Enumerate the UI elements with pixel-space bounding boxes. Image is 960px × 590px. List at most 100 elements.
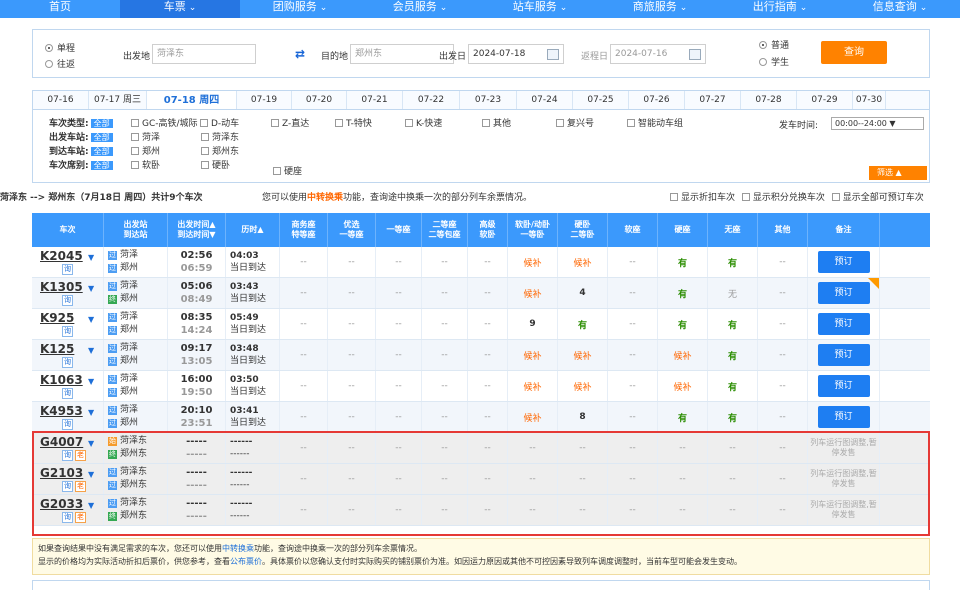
nav-item-1[interactable]: 车票 ⌄ [120,0,240,18]
nav-item-7[interactable]: 信息查询 ⌄ [840,0,960,18]
type-option[interactable]: GC-高铁/城际 [131,116,198,129]
transfer-link[interactable]: 中转换乘 [307,193,343,203]
seat-cell[interactable]: 候补 [558,371,608,401]
seat-cell[interactable]: 无 [708,278,758,308]
date-tab[interactable]: 07-21 [347,91,403,109]
train-number-link[interactable]: K925 [40,311,74,325]
type-option[interactable]: Z-直达 [271,116,309,129]
seat-option[interactable]: 硬座 [273,164,302,177]
checkbox-icon[interactable] [627,119,635,127]
chevron-down-icon[interactable]: ▼ [88,346,94,355]
to-option[interactable]: 郑州 [131,144,160,157]
checkbox-icon[interactable] [201,147,209,155]
seat-cell[interactable]: 有 [658,247,708,277]
type-option[interactable]: 其他 [482,116,511,129]
all-seat-button[interactable]: 全部 [90,161,113,170]
nav-item-5[interactable]: 商旅服务 ⌄ [600,0,720,18]
checkbox-icon[interactable] [556,119,564,127]
nav-item-6[interactable]: 出行指南 ⌄ [720,0,840,18]
seat-cell[interactable]: 有 [658,278,708,308]
train-number-link[interactable]: K125 [40,342,74,356]
date-tab[interactable]: 07-25 [573,91,629,109]
from-input[interactable]: 菏泽东 [152,44,256,64]
book-button[interactable]: 预订 [817,406,870,428]
from-option[interactable]: 菏泽东 [201,130,239,143]
type-option[interactable]: K-快速 [405,116,442,129]
checkbox-icon[interactable] [482,119,490,127]
type-option[interactable]: D-动车 [200,116,239,129]
train-number-link[interactable]: K1305 [40,280,83,294]
nav-item-0[interactable]: 首页 [0,0,120,18]
normal-radio[interactable]: 普通 [759,38,789,51]
to-option[interactable]: 郑州东 [201,144,239,157]
checkbox-icon[interactable] [273,167,281,175]
time-select[interactable]: 00:00--24:00 ▼ [831,117,924,130]
swap-icon[interactable]: ⇄ [295,48,309,60]
book-button[interactable]: 预订 [817,375,870,397]
chevron-down-icon[interactable]: ▼ [88,284,94,293]
chevron-down-icon[interactable]: ▼ [88,439,94,448]
seat-cell[interactable]: 有 [658,402,708,432]
type-option[interactable]: T-特快 [335,116,372,129]
seat-cell[interactable]: 有 [708,247,758,277]
seat-cell[interactable]: 候补 [508,247,558,277]
seat-cell[interactable]: 候补 [658,340,708,370]
date-tab[interactable]: 07-24 [517,91,573,109]
all-type-button[interactable]: 全部 [90,119,113,128]
seat-cell[interactable]: 4 [558,278,608,308]
seat-cell[interactable]: 候补 [658,371,708,401]
seat-option[interactable]: 硬卧 [201,158,230,171]
seat-cell[interactable]: 有 [708,340,758,370]
seat-cell[interactable]: 候补 [558,340,608,370]
checkbox-icon[interactable] [131,161,139,169]
depart-date-input[interactable]: 2024-07-18 [468,44,564,64]
book-button[interactable]: 预订 [817,344,870,366]
date-tab[interactable]: 07-26 [629,91,685,109]
seat-cell[interactable]: 有 [708,371,758,401]
date-tab[interactable]: 07-17 周三 [89,91,147,109]
checkbox-icon[interactable] [741,193,750,201]
checkbox-icon[interactable] [200,119,208,127]
nav-item-3[interactable]: 会员服务 ⌄ [360,0,480,18]
chevron-down-icon[interactable]: ▼ [88,253,94,262]
seat-cell[interactable]: 候补 [508,278,558,308]
calendar-icon[interactable] [689,49,701,60]
from-option[interactable]: 菏泽 [131,130,160,143]
date-tab[interactable]: 07-20 [292,91,347,109]
date-tab[interactable]: 07-28 [741,91,797,109]
date-tab[interactable]: 07-23 [460,91,517,109]
seat-option[interactable]: 软卧 [131,158,160,171]
seat-cell[interactable]: 9 [508,309,558,339]
train-number-link[interactable]: K2045 [40,249,83,263]
type-option[interactable]: 复兴号 [556,116,594,129]
student-radio[interactable]: 学生 [759,55,789,68]
train-number-link[interactable]: K4953 [40,404,83,418]
seat-cell[interactable]: 有 [658,309,708,339]
checkbox-icon[interactable] [405,119,413,127]
all-to-button[interactable]: 全部 [90,147,113,156]
header-cell[interactable]: 出发时间▲ 到达时间▼ [168,213,226,247]
type-option[interactable]: 智能动车组 [627,116,683,129]
date-tab[interactable]: 07-30 [853,91,886,109]
seat-cell[interactable]: 有 [708,402,758,432]
header-cell[interactable]: 历时▲ [226,213,280,247]
seat-cell[interactable]: 候补 [508,371,558,401]
book-button[interactable]: 预订 [817,282,870,304]
train-number-link[interactable]: G4007 [40,435,83,449]
checkbox-icon[interactable] [131,147,139,155]
date-tab[interactable]: 07-18 周四 [147,91,237,109]
return-date-input[interactable]: 2024-07-16 [610,44,706,64]
seat-cell[interactable]: 候补 [508,402,558,432]
chevron-down-icon[interactable]: ▼ [88,470,94,479]
checkbox-icon[interactable] [131,133,139,141]
train-number-link[interactable]: G2103 [40,466,83,480]
checkbox-icon[interactable] [335,119,343,127]
nav-item-2[interactable]: 团购服务 ⌄ [240,0,360,18]
checkbox-icon[interactable] [831,193,840,201]
seat-cell[interactable]: 8 [558,402,608,432]
seat-cell[interactable]: 候补 [558,247,608,277]
book-button[interactable]: 预订 [817,313,870,335]
chevron-down-icon[interactable]: ▼ [88,315,94,324]
checkbox-icon[interactable] [201,133,209,141]
checkbox-icon[interactable] [670,193,678,201]
